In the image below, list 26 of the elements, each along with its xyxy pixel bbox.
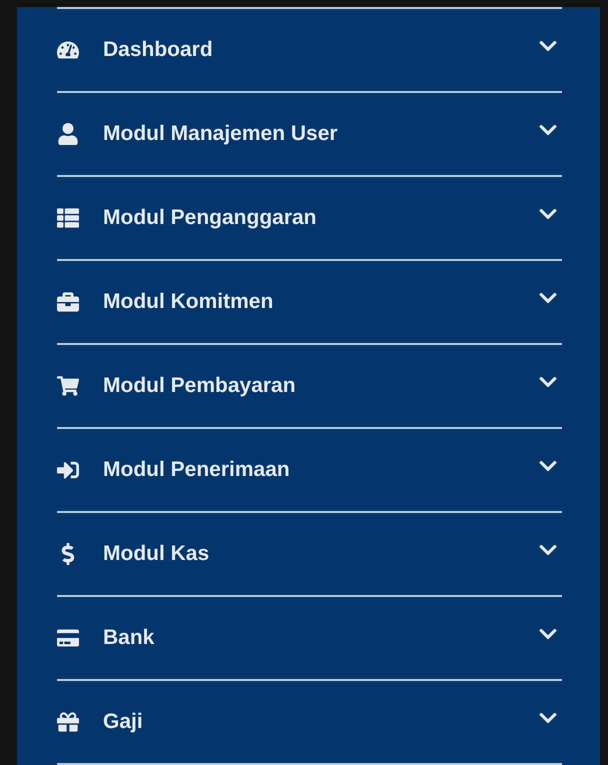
menu-item[interactable]: Dashboard [57,9,562,93]
menu-item[interactable]: Modul Penerimaan [57,429,562,513]
menu-label: Modul Penerimaan [103,457,291,484]
user-icon [57,123,79,145]
menu-label: Modul Kas [103,541,210,568]
menu-label: Modul Pembayaran [103,373,297,400]
menu-item[interactable]: Modul Penganggaran [57,177,562,261]
sign-in-icon [57,459,79,481]
menu-item[interactable]: Modul Komitmen [57,261,562,345]
menu-label: Bank [103,625,156,652]
menu-item[interactable]: Modul Kas [57,513,562,597]
menu-label: Gaji [103,709,144,736]
menu-item[interactable]: Bank [57,597,562,681]
menu-label: Dashboard [103,37,214,64]
cart-icon [57,375,79,397]
menu-label: Modul Komitmen [103,289,274,316]
briefcase-icon [57,291,79,313]
menu-item[interactable]: Modul Manajemen User [57,93,562,177]
credit-card-icon [57,627,79,649]
menu-item[interactable]: Gaji [57,681,562,765]
list-icon [57,207,79,229]
gift-icon [57,711,79,733]
menu-item[interactable]: Modul Pembayaran [57,345,562,429]
gauge-icon [57,39,79,61]
menu-label: Modul Manajemen User [103,121,339,148]
menu-label: Modul Penganggaran [103,205,318,232]
